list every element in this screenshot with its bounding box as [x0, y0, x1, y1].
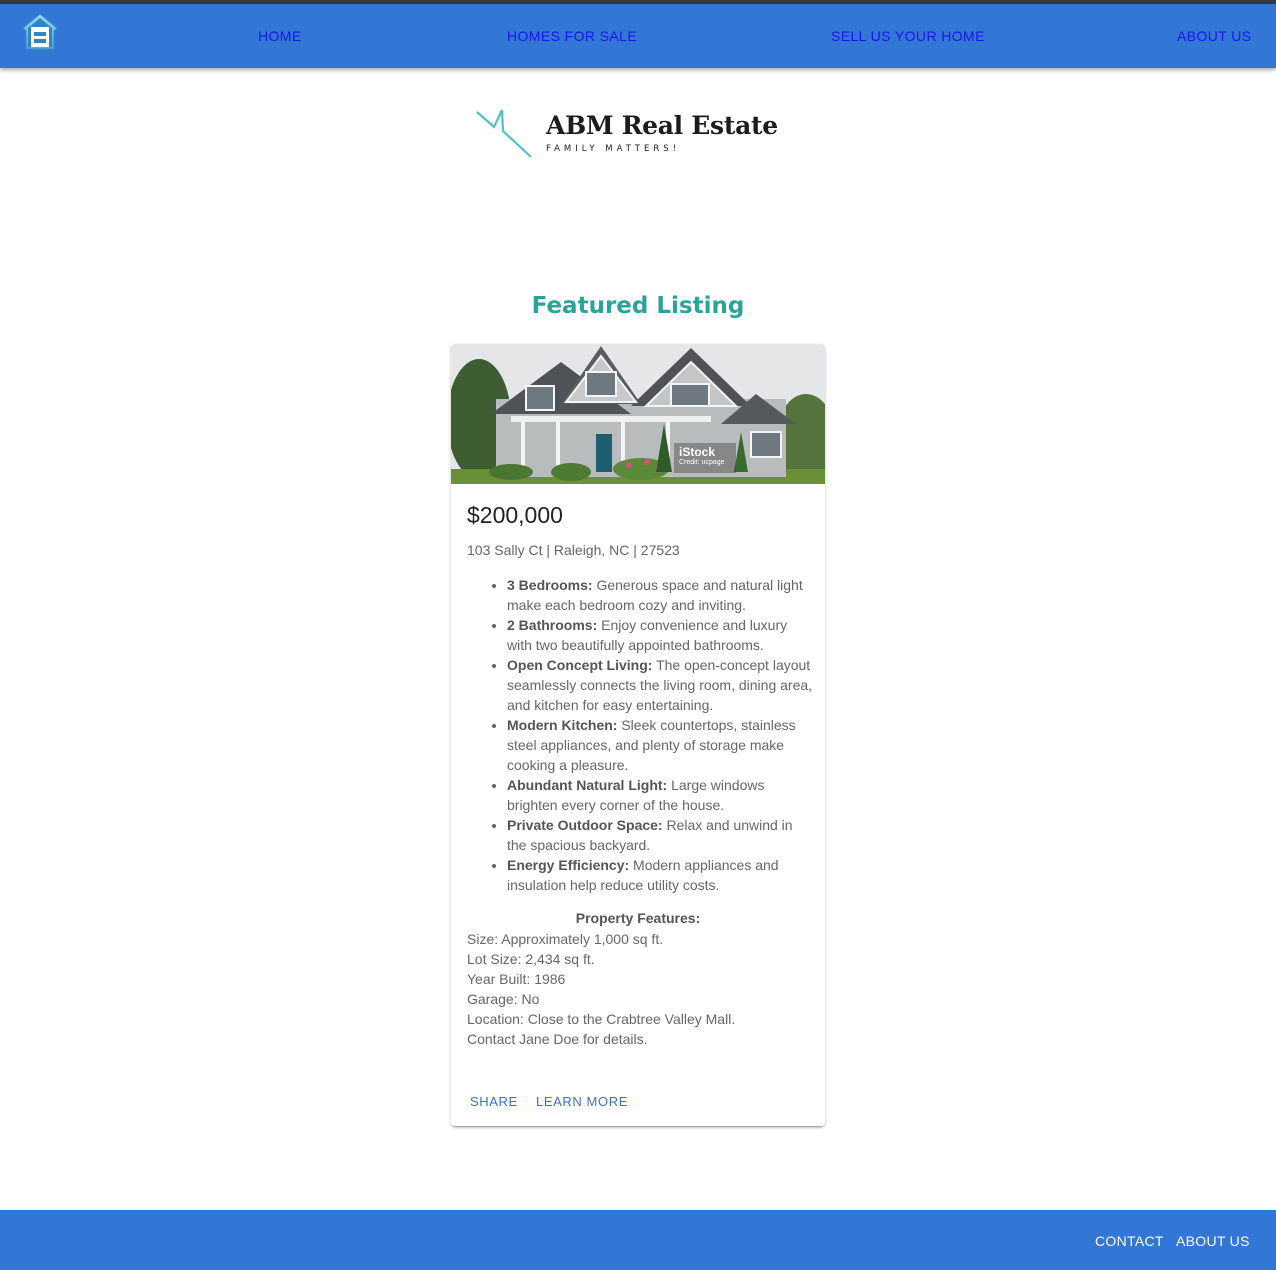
brand-name: ABM Real Estate — [546, 111, 778, 140]
image-credit: Credit: ucpage — [679, 459, 725, 466]
property-line: Year Built: 1986 — [467, 971, 566, 987]
nav-home[interactable]: HOME — [258, 28, 302, 44]
property-features-list: Size: Approximately 1,000 sq ft. Lot Siz… — [467, 929, 735, 1049]
property-line: Size: Approximately 1,000 sq ft. — [467, 931, 664, 947]
property-line: Location: Close to the Crabtree Valley M… — [467, 1011, 736, 1027]
list-item: Open Concept Living: The open-concept la… — [507, 655, 813, 715]
brand-logo: ABM Real Estate FAMILY MATTERS! — [476, 108, 778, 162]
list-item: Modern Kitchen: Sleek countertops, stain… — [507, 715, 813, 775]
list-item: Private Outdoor Space: Relax and unwind … — [507, 815, 813, 855]
brand-tagline: FAMILY MATTERS! — [546, 144, 681, 154]
footer-bar: CONTACT ABOUT US — [0, 1210, 1276, 1270]
feature-list: 3 Bedrooms: Generous space and natural l… — [507, 575, 813, 895]
property-features-heading: Property Features: — [575, 910, 701, 926]
property-line: Garage: No — [467, 991, 540, 1007]
listing-card: iStock Credit: ucpage $200,000 103 Sally… — [451, 344, 825, 1126]
nav-homes-for-sale[interactable]: HOMES FOR SALE — [507, 28, 637, 44]
house-logo-icon[interactable] — [22, 13, 58, 51]
listing-address: 103 Sally Ct | Raleigh, NC | 27523 — [467, 542, 680, 558]
property-line: Lot Size: 2,434 sq ft. — [467, 951, 595, 967]
house-photo — [451, 344, 825, 484]
nav-about-us[interactable]: ABOUT US — [1177, 28, 1252, 44]
listing-price: $200,000 — [467, 502, 563, 528]
list-item: Abundant Natural Light: Large windows br… — [507, 775, 813, 815]
list-item: 2 Bathrooms: Enjoy convenience and luxur… — [507, 615, 813, 655]
roof-line-icon — [476, 109, 532, 158]
image-watermark: iStock — [679, 445, 716, 459]
nav-sell-us-your-home[interactable]: SELL US YOUR HOME — [831, 28, 985, 44]
featured-listing-heading: Featured Listing — [531, 293, 745, 319]
list-item: 3 Bedrooms: Generous space and natural l… — [507, 575, 813, 615]
learn-more-button[interactable]: LEARN MORE — [536, 1094, 628, 1109]
property-line: Contact Jane Doe for details. — [467, 1031, 648, 1047]
share-button[interactable]: SHARE — [470, 1094, 518, 1109]
top-navbar: HOME HOMES FOR SALE SELL US YOUR HOME AB… — [0, 4, 1276, 68]
list-item: Energy Efficiency: Modern appliances and… — [507, 855, 813, 895]
footer-about-link[interactable]: ABOUT US — [1176, 1233, 1250, 1249]
footer-contact-link[interactable]: CONTACT — [1095, 1233, 1164, 1249]
